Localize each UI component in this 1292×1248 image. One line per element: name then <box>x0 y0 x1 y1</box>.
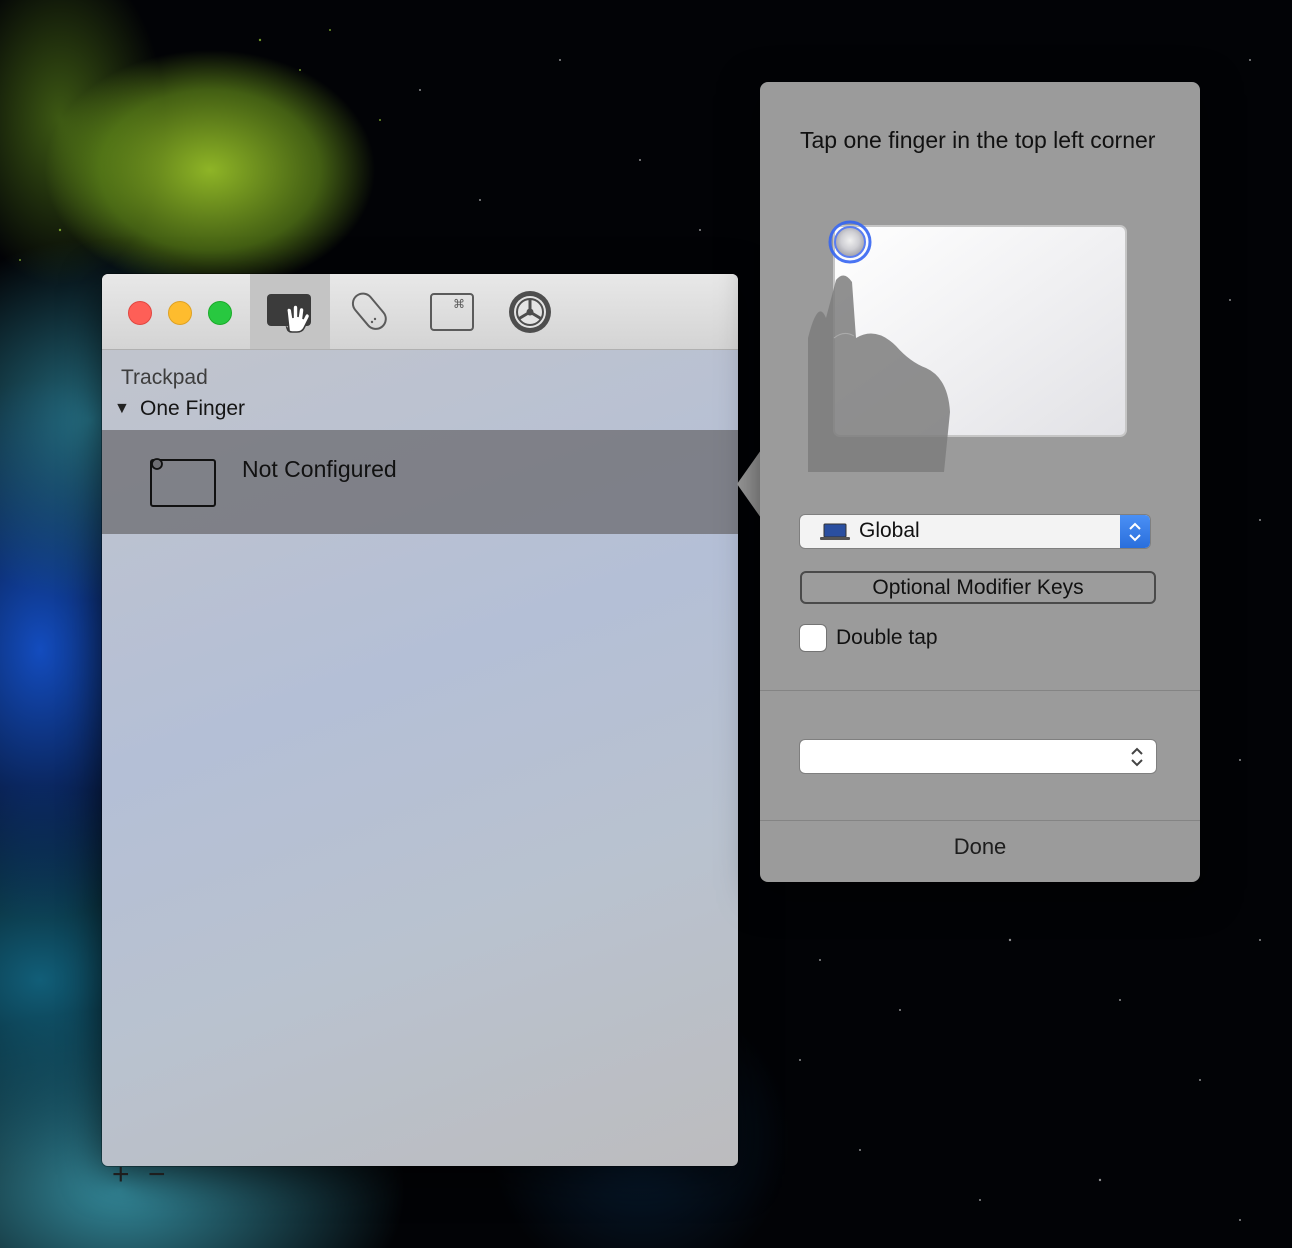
toolbar-preferences-tab[interactable] <box>490 274 570 349</box>
laptop-icon <box>820 523 850 540</box>
close-button[interactable] <box>128 301 152 325</box>
application-select[interactable]: Global <box>800 515 1150 548</box>
popover-divider-bottom <box>760 820 1200 821</box>
minimize-button[interactable] <box>168 301 192 325</box>
select-stepper-icon[interactable] <box>1120 515 1150 548</box>
svg-text:⌘: ⌘ <box>453 297 465 311</box>
done-button[interactable]: Done <box>760 834 1200 860</box>
trackpad-corner-tap-icon <box>150 458 216 507</box>
add-gesture-button[interactable]: + <box>112 1160 130 1190</box>
double-tap-checkbox[interactable] <box>800 625 826 651</box>
double-tap-label: Double tap <box>836 626 938 649</box>
one-finger-group[interactable]: ▼ One Finger <box>114 396 245 422</box>
double-tap-row[interactable]: Double tap <box>800 624 938 652</box>
toolbar-trackpad-tab[interactable] <box>250 274 330 349</box>
window-toolbar: ⌘ <box>102 274 738 350</box>
action-select[interactable] <box>800 740 1156 773</box>
optional-modifier-keys-button[interactable]: Optional Modifier Keys <box>800 571 1156 604</box>
section-label-trackpad: Trackpad <box>121 366 208 389</box>
gesture-popover: Tap one finger in the top left corner Gl… <box>760 82 1200 882</box>
group-label: One Finger <box>140 397 246 420</box>
trackpad-hand-icon <box>267 293 311 333</box>
zoom-button[interactable] <box>208 301 232 325</box>
popover-divider <box>760 690 1200 691</box>
disclosure-triangle-icon[interactable]: ▼ <box>114 400 132 418</box>
magic-mouse-icon <box>351 292 387 330</box>
gesture-description: Tap one finger in the top left corner <box>800 127 1156 153</box>
trackpad-illustration <box>808 220 1127 472</box>
gesture-list-item[interactable]: Not Configured <box>102 430 738 534</box>
toolbar-keyboard-tab[interactable]: ⌘ <box>412 274 492 349</box>
settings-gear-icon <box>509 290 551 333</box>
gesture-label: Not Configured <box>242 456 397 482</box>
application-select-value: Global <box>859 519 920 542</box>
toolbar-mouse-tab[interactable] <box>330 274 410 349</box>
popover-arrow <box>737 450 761 518</box>
remove-gesture-button[interactable]: − <box>148 1160 166 1190</box>
main-window: ⌘ Trackpad ▼ One Finger Not Configured <box>102 274 738 1166</box>
chevron-updown-icon <box>1131 747 1143 767</box>
command-key-icon: ⌘ <box>430 292 474 331</box>
